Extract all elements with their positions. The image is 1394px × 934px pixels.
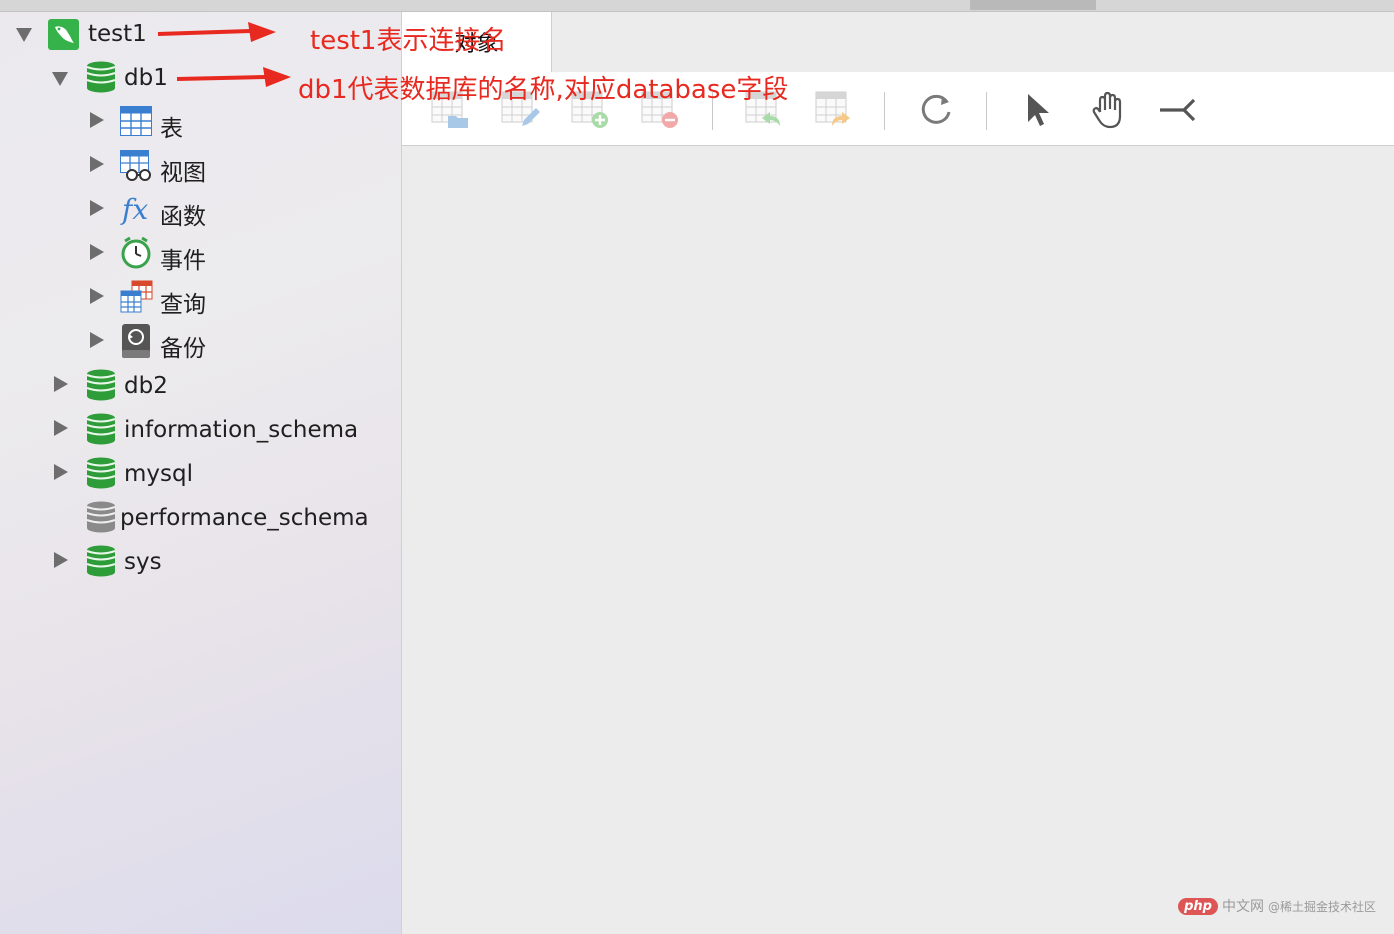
- tree-item-db2[interactable]: db2: [124, 373, 168, 399]
- app-window: test1 db1 表 视图 fx 函数 事件 查询 备份 db2 inform…: [0, 0, 1394, 934]
- connection-label[interactable]: test1: [88, 21, 147, 47]
- expand-toggle-test1[interactable]: [16, 28, 32, 42]
- db1-label[interactable]: db1: [124, 65, 168, 91]
- expand-toggle-backups[interactable]: [90, 332, 104, 348]
- tree-item-performance-schema[interactable]: performance_schema: [120, 505, 369, 531]
- table-icon: [120, 106, 152, 136]
- watermark-text: 中文网: [1221, 899, 1264, 915]
- refresh-icon[interactable]: [916, 90, 956, 130]
- toolbar-separator: [986, 92, 987, 130]
- expand-toggle-sys[interactable]: [54, 552, 68, 568]
- tree-item-backups[interactable]: 备份: [160, 329, 206, 363]
- expand-toggle-views[interactable]: [90, 156, 104, 172]
- expand-toggle-db2[interactable]: [54, 376, 68, 392]
- view-icon: [120, 150, 151, 181]
- tree-item-sys[interactable]: sys: [124, 549, 162, 575]
- expand-toggle-mysql[interactable]: [54, 464, 68, 480]
- svg-text:fx: fx: [120, 193, 148, 226]
- expand-toggle-functions[interactable]: [90, 200, 104, 216]
- tree-item-information-schema[interactable]: information_schema: [124, 417, 358, 443]
- watermark: php 中文网 @稀土掘金技术社区: [1178, 896, 1376, 916]
- expand-toggle-information-schema[interactable]: [54, 420, 68, 436]
- watermark-sub: @稀土掘金技术社区: [1267, 899, 1376, 914]
- annotation-database-name: db1代表数据库的名称,对应database字段: [298, 75, 789, 105]
- annotation-connection-name: test1表示连接名: [310, 26, 507, 56]
- tree-item-tables[interactable]: 表: [160, 109, 183, 143]
- toolbar-separator: [884, 92, 885, 130]
- expand-toggle-db1[interactable]: [52, 72, 68, 86]
- tree-item-mysql[interactable]: mysql: [124, 461, 193, 487]
- navigation-sidebar: test1 db1 表 视图 fx 函数 事件 查询 备份 db2 inform…: [0, 12, 402, 934]
- query-icon: [120, 280, 153, 313]
- expand-toggle-events[interactable]: [90, 244, 104, 260]
- annotation-arrow-2: [176, 67, 291, 87]
- main-panel: 对象: [402, 12, 1394, 934]
- database-icon: [86, 369, 116, 401]
- top-scrollbar[interactable]: [0, 0, 1394, 12]
- relation-line-icon[interactable]: [1158, 90, 1198, 130]
- backup-icon: [122, 324, 150, 358]
- database-icon: [86, 413, 116, 445]
- tree-item-views[interactable]: 视图: [160, 153, 206, 187]
- watermark-logo: php: [1178, 897, 1218, 915]
- expand-toggle-tables[interactable]: [90, 112, 104, 128]
- scroll-thumb[interactable]: [970, 0, 1096, 10]
- database-icon-inactive: [86, 501, 116, 533]
- expand-toggle-queries[interactable]: [90, 288, 104, 304]
- pointer-icon[interactable]: [1018, 90, 1058, 130]
- function-icon: fx: [120, 193, 148, 226]
- database-icon: [86, 545, 116, 577]
- tree-item-functions[interactable]: 函数: [160, 197, 206, 231]
- hand-icon[interactable]: [1088, 90, 1128, 130]
- tree-item-events[interactable]: 事件: [160, 241, 206, 275]
- export-wizard-button[interactable]: [814, 90, 854, 130]
- connection-icon: [48, 19, 79, 50]
- database-icon: [86, 61, 116, 93]
- annotation-arrow-1: [157, 22, 276, 42]
- event-icon: [121, 236, 151, 269]
- tree-item-queries[interactable]: 查询: [160, 285, 206, 319]
- database-icon: [86, 457, 116, 489]
